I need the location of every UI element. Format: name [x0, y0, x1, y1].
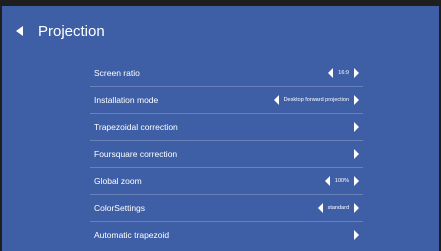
right-arrow-icon[interactable]	[354, 176, 359, 186]
settings-list: Screen ratio 16:9 Installation mode Desk…	[90, 60, 363, 249]
setting-selector	[354, 230, 359, 240]
setting-selector: Desktop forward projection	[273, 95, 359, 105]
setting-selector	[354, 149, 359, 159]
setting-row-global-zoom[interactable]: Global zoom 100%	[90, 168, 363, 195]
setting-selector	[354, 122, 359, 132]
setting-label: Automatic trapezoid	[94, 230, 170, 240]
setting-row-foursquare-correction[interactable]: Foursquare correction	[90, 141, 363, 168]
page-title: Projection	[38, 23, 105, 40]
setting-label: Global zoom	[94, 176, 142, 186]
setting-value: Desktop forward projection	[283, 97, 349, 103]
right-arrow-icon[interactable]	[354, 95, 359, 105]
right-arrow-icon[interactable]	[354, 203, 359, 213]
setting-selector: 16:9	[328, 68, 359, 78]
setting-label: ColorSettings	[94, 203, 146, 213]
setting-value: 16:9	[338, 70, 349, 76]
left-arrow-icon[interactable]	[328, 68, 334, 78]
setting-selector: 100%	[324, 176, 359, 186]
projection-settings-screen: Projection Screen ratio 16:9 Installatio…	[2, 6, 439, 251]
setting-label: Foursquare correction	[94, 149, 178, 159]
setting-label: Screen ratio	[94, 68, 140, 78]
left-arrow-icon[interactable]	[324, 176, 330, 186]
right-arrow-icon[interactable]	[354, 230, 359, 240]
left-arrow-icon[interactable]	[317, 203, 323, 213]
back-arrow-icon[interactable]	[16, 26, 23, 36]
setting-row-trapezoidal-correction[interactable]: Trapezoidal correction	[90, 114, 363, 141]
setting-row-screen-ratio[interactable]: Screen ratio 16:9	[90, 60, 363, 87]
setting-row-installation-mode[interactable]: Installation mode Desktop forward projec…	[90, 87, 363, 114]
right-arrow-icon[interactable]	[354, 122, 359, 132]
setting-value: 100%	[334, 178, 349, 184]
left-arrow-icon[interactable]	[273, 95, 279, 105]
setting-row-color-settings[interactable]: ColorSettings standard	[90, 195, 363, 222]
setting-label: Trapezoidal correction	[94, 122, 178, 132]
setting-label: Installation mode	[94, 95, 159, 105]
setting-value: standard	[327, 205, 349, 211]
right-arrow-icon[interactable]	[354, 68, 359, 78]
right-arrow-icon[interactable]	[354, 149, 359, 159]
setting-selector: standard	[317, 203, 359, 213]
setting-row-automatic-trapezoid[interactable]: Automatic trapezoid	[90, 222, 363, 249]
